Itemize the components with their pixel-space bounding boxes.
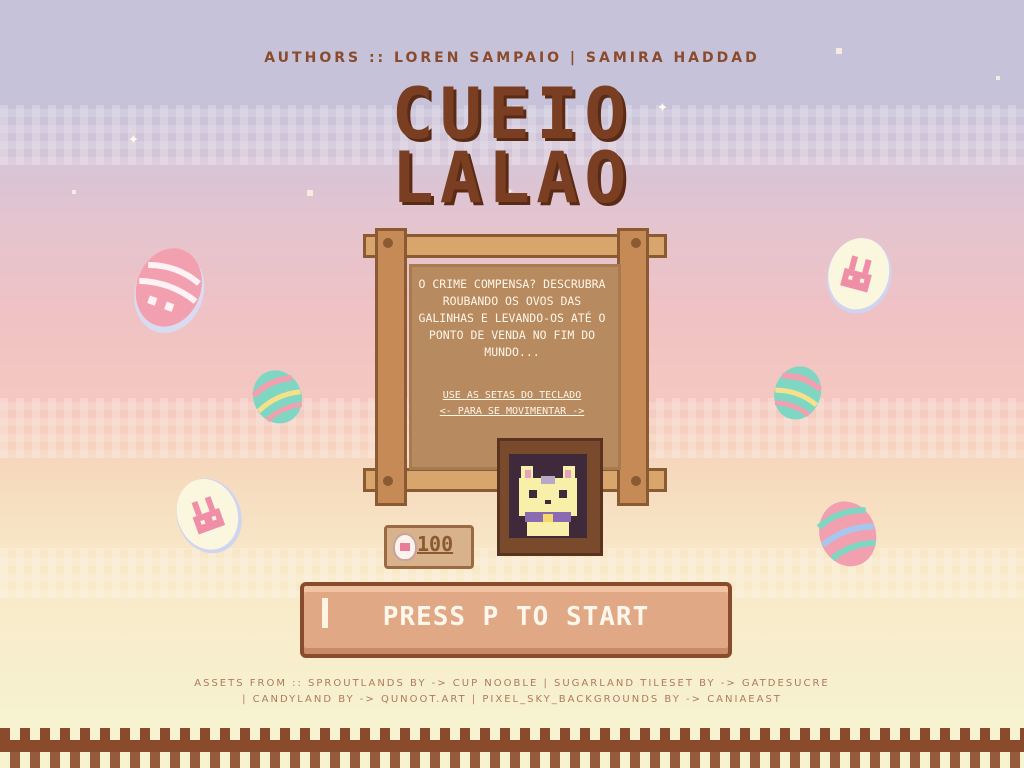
start-button[interactable]: PRESS P TO START xyxy=(300,582,732,658)
ground-pattern xyxy=(0,752,1024,768)
nail-icon xyxy=(631,476,641,486)
authors-credit: AUTHORS :: LOREN SAMPAIO | SAMIRA HADDAD xyxy=(264,50,760,66)
egg-count-value: 100 xyxy=(417,532,454,556)
egg-coin-icon xyxy=(393,533,417,561)
mint-egg-icon xyxy=(251,370,303,424)
ground-pattern xyxy=(0,728,1024,740)
asset-credits-line1: ASSETS FROM :: SPROUTLANDS BY -> CUP NOO… xyxy=(194,678,830,689)
controls-hint-line1: USE AS SETAS DO TECLADO xyxy=(442,390,582,401)
game-description: O CRIME COMPENSA? DESCRUBRA ROUBANDO OS … xyxy=(418,277,606,359)
character-portrait xyxy=(493,432,605,556)
asset-credits-line2: | CANDYLAND BY -> QUNOOT.ART | PIXEL_SKY… xyxy=(242,694,782,705)
game-title-line2: LALAO xyxy=(391,137,633,219)
controls-hint: USE AS SETAS DO TECLADO <- PARA SE MOVIM… xyxy=(413,388,611,420)
signboard-post-right xyxy=(617,228,649,506)
egg-counter: 100 xyxy=(384,525,474,569)
start-button-label: PRESS P TO START xyxy=(382,602,650,632)
cat-character-icon xyxy=(519,466,577,536)
asset-credits: ASSETS FROM :: SPROUTLANDS BY -> CUP NOO… xyxy=(0,676,1024,708)
nail-icon xyxy=(383,476,393,486)
bunny-egg-icon xyxy=(826,238,892,314)
bunny-egg-icon xyxy=(176,478,242,554)
signboard-post-left xyxy=(375,228,407,506)
pink-striped-egg-icon xyxy=(816,501,877,567)
controls-hint-line2: <- PARA SE MOVIMENTAR -> xyxy=(439,406,585,417)
star-dot xyxy=(996,76,1000,80)
striped-egg-icon xyxy=(134,248,205,334)
mint-egg-icon xyxy=(774,366,823,420)
game-title: CUEIO LALAO xyxy=(0,79,1024,219)
ground-band xyxy=(0,740,1024,752)
nail-icon xyxy=(631,238,641,248)
nail-icon xyxy=(383,238,393,248)
